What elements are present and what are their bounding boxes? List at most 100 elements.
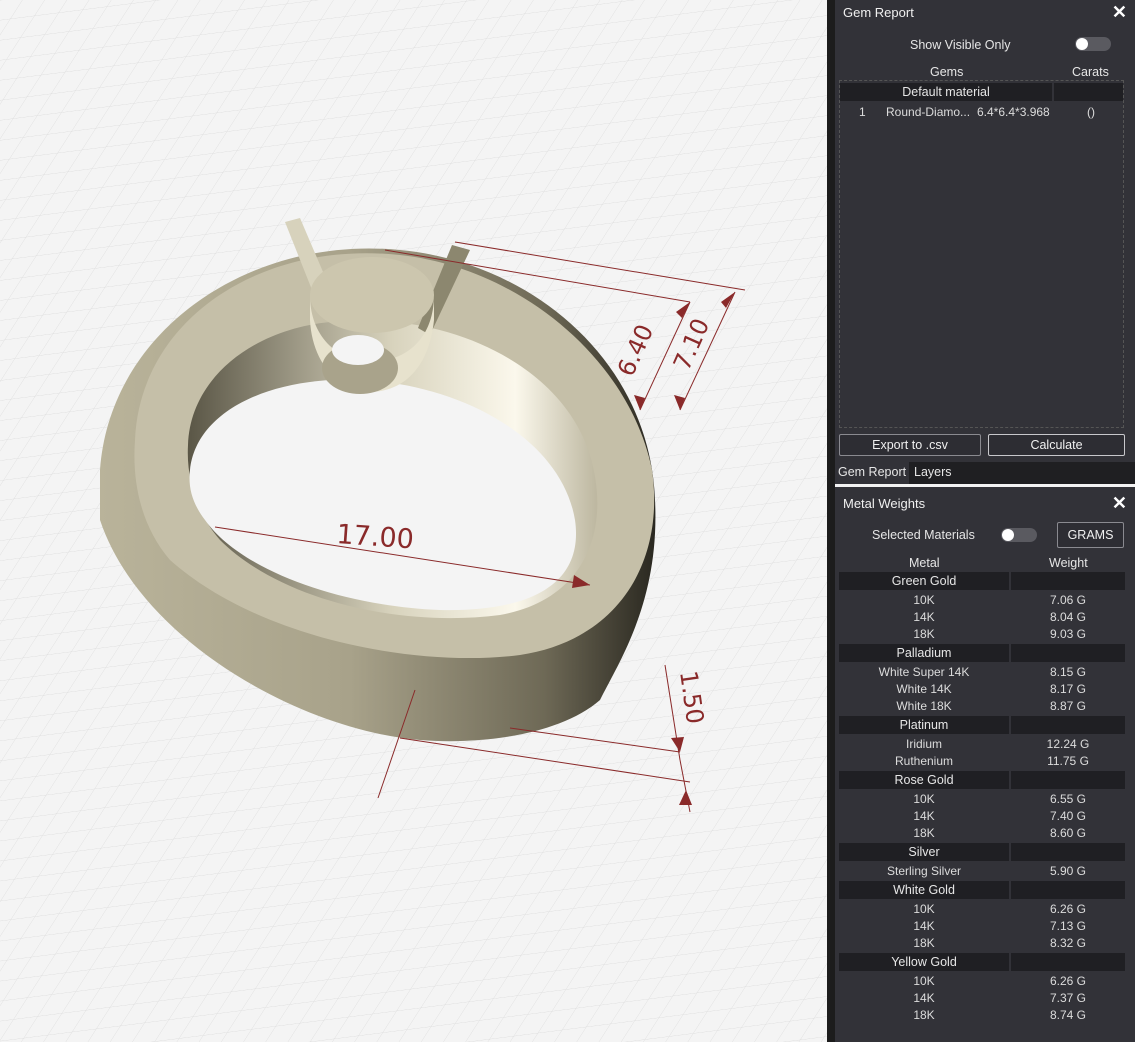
metal-weight: 8.15 G [1049, 665, 1087, 679]
metal-group-header-weight [1011, 843, 1125, 861]
metal-group-header-weight [1011, 644, 1125, 662]
metal-group-header: Platinum [839, 716, 1009, 734]
close-icon[interactable]: ✕ [1112, 2, 1127, 23]
metal-row[interactable]: 18K 8.32 G [839, 935, 1125, 952]
metal-name: 18K [913, 936, 935, 950]
metal-weight: 8.60 G [1049, 826, 1087, 840]
metal-weights-panel: Metal Weights ✕ Selected Materials GRAMS… [835, 487, 1135, 1042]
metal-weight: 8.17 G [1049, 682, 1087, 696]
metal-weight: 7.37 G [1049, 991, 1087, 1005]
metal-weight: 8.32 G [1049, 936, 1087, 950]
metal-weight: 6.26 G [1049, 974, 1087, 988]
show-visible-only-toggle[interactable] [1075, 37, 1111, 51]
metal-row[interactable]: 14K 8.04 G [839, 609, 1125, 626]
metal-name: 10K [913, 792, 935, 806]
metal-row[interactable]: 10K 6.26 G [839, 901, 1125, 918]
metal-group-header: Palladium [839, 644, 1009, 662]
carats-column-header: Carats [1072, 65, 1109, 79]
tab-layers[interactable]: Layers [911, 462, 955, 484]
metal-group-header-weight [1011, 881, 1125, 899]
metal-weight: 8.04 G [1049, 610, 1087, 624]
selected-materials-label: Selected Materials [872, 528, 975, 542]
gem-name: Round-Diamo... [886, 105, 971, 119]
metal-weight: 6.55 G [1049, 792, 1087, 806]
metal-name: 14K [913, 809, 935, 823]
metal-name: White 18K [896, 699, 952, 713]
metal-name: 10K [913, 593, 935, 607]
metal-name: Sterling Silver [886, 864, 962, 878]
metal-weight: 7.13 G [1049, 919, 1087, 933]
metal-weight: 7.06 G [1049, 593, 1087, 607]
metal-row[interactable]: 10K 7.06 G [839, 592, 1125, 609]
metal-group-header: White Gold [839, 881, 1009, 899]
metal-row[interactable]: 18K 8.60 G [839, 825, 1125, 842]
dimension-ring-size: 17.00 [336, 519, 415, 555]
metal-name: 18K [913, 627, 935, 641]
gems-column-header: Gems [930, 65, 964, 79]
metal-weight: 11.75 G [1047, 754, 1089, 768]
metal-name: White 14K [896, 682, 952, 696]
gem-row[interactable]: 1 Round-Diamo... 6.4*6.4*3.968 () [840, 104, 1123, 121]
metal-weight: 12.24 G [1046, 737, 1090, 751]
gem-size: 6.4*6.4*3.968 [977, 105, 1050, 119]
metal-group-header: Yellow Gold [839, 953, 1009, 971]
metal-row[interactable]: Iridium 12.24 G [839, 736, 1125, 753]
tab-gem-report[interactable]: Gem Report [835, 462, 910, 484]
selected-materials-toggle[interactable] [1001, 528, 1037, 542]
metal-group-header: Green Gold [839, 572, 1009, 590]
metal-row[interactable]: White 18K 8.87 G [839, 698, 1125, 715]
metal-name: 14K [913, 991, 935, 1005]
metal-name: 14K [913, 610, 935, 624]
metal-row[interactable]: Sterling Silver 5.90 G [839, 863, 1125, 880]
metal-column-header: Metal [909, 556, 940, 570]
close-icon[interactable]: ✕ [1112, 493, 1127, 514]
metal-weight: 6.26 G [1049, 902, 1087, 916]
metal-weight: 8.74 G [1049, 1008, 1087, 1022]
gem-index: 1 [859, 105, 866, 119]
metal-group-header-weight [1011, 953, 1125, 971]
metal-group-header-weight [1011, 771, 1125, 789]
metal-weight: 5.90 G [1049, 864, 1087, 878]
gem-table: Default material 1 Round-Diamo... 6.4*6.… [839, 80, 1124, 428]
calculate-button[interactable]: Calculate [988, 434, 1125, 456]
metal-row[interactable]: 14K 7.13 G [839, 918, 1125, 935]
metal-row[interactable]: 10K 6.55 G [839, 791, 1125, 808]
metal-row[interactable]: 14K 7.40 G [839, 808, 1125, 825]
metal-weight: 9.03 G [1049, 627, 1087, 641]
panel-splitter[interactable] [827, 0, 835, 1042]
gem-group-header-carats [1054, 83, 1123, 101]
3d-viewport[interactable]: 17.00 6.40 7.10 1.50 [0, 0, 827, 1042]
metal-name: 10K [913, 974, 935, 988]
metal-row[interactable]: 18K 8.74 G [839, 1007, 1125, 1024]
metal-row[interactable]: 10K 6.26 G [839, 973, 1125, 990]
metal-row[interactable]: White 14K 8.17 G [839, 681, 1125, 698]
show-visible-only-label: Show Visible Only [910, 38, 1011, 52]
metal-name: Ruthenium [894, 754, 954, 768]
metal-name: 18K [913, 826, 935, 840]
metal-name: 10K [913, 902, 935, 916]
metal-row[interactable]: White Super 14K 8.15 G [839, 664, 1125, 681]
units-button[interactable]: GRAMS [1057, 522, 1124, 548]
gem-carats: () [1087, 105, 1095, 119]
metal-group-header-weight [1011, 716, 1125, 734]
metal-group-header-weight [1011, 572, 1125, 590]
metal-name: 18K [913, 1008, 935, 1022]
metal-row[interactable]: 14K 7.37 G [839, 990, 1125, 1007]
gem-report-title: Gem Report [843, 5, 914, 20]
metal-row[interactable]: 18K 9.03 G [839, 626, 1125, 643]
metal-group-header: Silver [839, 843, 1009, 861]
export-csv-button[interactable]: Export to .csv [839, 434, 981, 456]
metal-name: 14K [913, 919, 935, 933]
metal-weight: 7.40 G [1049, 809, 1087, 823]
viewport-canvas[interactable]: 17.00 6.40 7.10 1.50 [0, 0, 827, 1042]
gem-group-header: Default material [840, 83, 1052, 101]
metal-group-header: Rose Gold [839, 771, 1009, 789]
panel-tabs: Gem Report Layers [835, 462, 1135, 484]
metal-row[interactable]: Ruthenium 11.75 G [839, 753, 1125, 770]
metal-name: White Super 14K [878, 665, 970, 679]
weight-column-header: Weight [1049, 556, 1088, 570]
gem-report-panel: Gem Report ✕ Show Visible Only Gems Cara… [835, 0, 1135, 462]
metal-weight: 8.87 G [1049, 699, 1087, 713]
metal-name: Iridium [905, 737, 942, 751]
metal-weights-title: Metal Weights [843, 496, 926, 511]
